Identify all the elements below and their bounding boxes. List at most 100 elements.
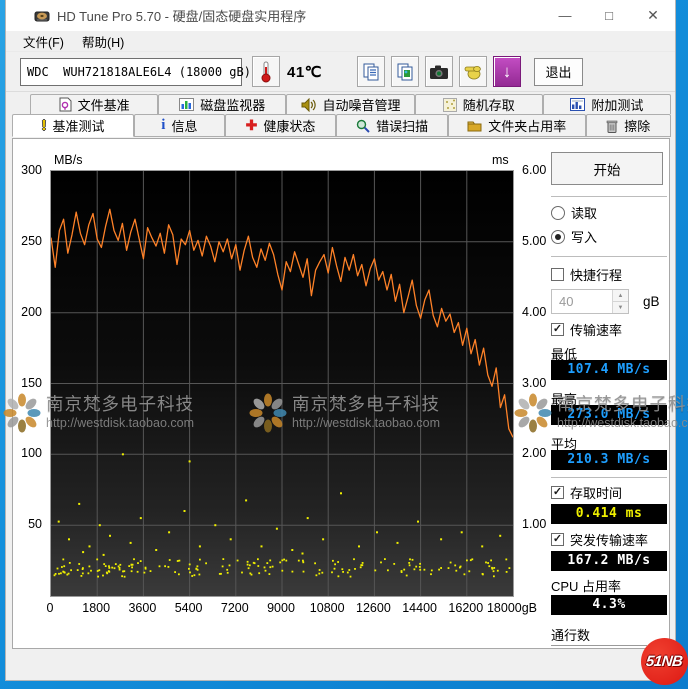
tick-label: 10800: [310, 601, 345, 615]
tab-folder-usage[interactable]: 文件夹占用率: [448, 114, 586, 137]
tick-label: 200: [21, 305, 42, 319]
tick-label: 2.00: [522, 446, 546, 460]
copy-image-icon: [396, 62, 414, 82]
copy-text-button[interactable]: [357, 56, 385, 87]
tick-label: 0: [47, 601, 54, 615]
maximize-button[interactable]: □: [587, 0, 631, 31]
divider: [551, 196, 667, 197]
tab-label: 随机存取: [463, 95, 515, 114]
tab-label: 错误扫描: [376, 116, 428, 135]
file-benchmark-icon: [59, 97, 72, 112]
tab-label: 磁盘监视器: [200, 95, 265, 114]
divider: [551, 477, 667, 478]
benchmark-icon: !: [42, 117, 47, 134]
tick-label: 50: [28, 517, 42, 531]
drive-select-value: WDC WUH721818ALE6L4 (18000 gB): [27, 65, 251, 79]
tab-erase[interactable]: 擦除: [586, 114, 671, 137]
stepper-up-icon[interactable]: ▲: [613, 290, 628, 302]
health-cross-icon: ✚: [246, 117, 258, 134]
temperature-value: 41℃: [287, 63, 322, 81]
checkbox-access-box[interactable]: ✓: [551, 486, 564, 499]
checkbox-quick-run-box[interactable]: [551, 268, 564, 281]
toolbar: WDC WUH721818ALE6L4 (18000 gB) ⌄ 41℃: [6, 52, 675, 92]
tick-label: 150: [21, 376, 42, 390]
checkbox-transfer-rate[interactable]: ✓ 传输速率: [551, 320, 622, 339]
app-window: HD Tune Pro 5.70 - 硬盘/固态硬盘实用程序 — □ ✕ 文件(…: [5, 0, 676, 681]
tab-disk-monitor[interactable]: 磁盘监视器: [158, 94, 286, 114]
tab-file-benchmark[interactable]: 文件基准: [30, 94, 158, 114]
tick-label: 300: [21, 163, 42, 177]
magnifier-icon: [356, 119, 370, 133]
thermometer-icon: [260, 61, 272, 83]
drive-select-dropdown[interactable]: WDC WUH721818ALE6L4 (18000 gB) ⌄: [20, 58, 242, 86]
title-bar: HD Tune Pro 5.70 - 硬盘/固态硬盘实用程序 — □ ✕: [6, 0, 675, 31]
pass-count-label: 通行数: [551, 625, 590, 644]
checkbox-burst-box[interactable]: ✓: [551, 533, 564, 546]
51nb-badge: 51NB: [641, 638, 688, 685]
checkbox-quick-run[interactable]: 快捷行程: [551, 265, 622, 284]
tick-label: 4.00: [522, 305, 546, 319]
tick-label: 1800: [82, 601, 110, 615]
stepper-unit: gB: [643, 294, 660, 309]
burst-rate-value: 167.2 MB/s: [551, 551, 667, 571]
exit-button[interactable]: 退出: [534, 58, 583, 86]
radio-read-circle[interactable]: [551, 206, 565, 220]
random-access-icon: [443, 98, 457, 112]
close-button[interactable]: ✕: [631, 0, 675, 31]
burst-rate-label: 突发传输速率: [570, 530, 648, 549]
pointing-hand-icon: [463, 62, 483, 82]
quick-run-size-stepper[interactable]: 40 ▲ ▼: [551, 289, 629, 314]
minimize-button[interactable]: —: [543, 0, 587, 31]
tab-label: 信息: [171, 116, 197, 135]
radio-read[interactable]: 读取: [551, 203, 597, 222]
tab-auto-noise[interactable]: 自动噪音管理: [286, 94, 414, 114]
tick-label: 250: [21, 234, 42, 248]
max-value: 273.0 MB/s: [551, 405, 667, 425]
hand-button[interactable]: [459, 56, 487, 87]
content-area: MB/s ms 30025020015010050 6.005.004.003.…: [6, 137, 675, 680]
radio-write-circle[interactable]: [551, 230, 565, 244]
menu-help[interactable]: 帮助(H): [73, 32, 133, 51]
benchmark-chart: [50, 170, 514, 597]
tick-label: 9000: [267, 601, 295, 615]
camera-icon: [429, 64, 449, 80]
tab-label: 健康状态: [263, 116, 315, 135]
stepper-value: 40: [552, 290, 612, 313]
tab-label: 附加测试: [591, 95, 643, 114]
temperature-button[interactable]: [252, 56, 280, 87]
menu-bar: 文件(F) 帮助(H): [6, 31, 675, 52]
radio-read-label: 读取: [571, 203, 597, 222]
tab-error-scan[interactable]: 错误扫描: [336, 114, 448, 137]
extra-tests-icon: [570, 98, 585, 111]
start-button[interactable]: 开始: [551, 152, 663, 185]
cpu-usage-label: CPU 占用率: [551, 576, 621, 595]
screenshot-button[interactable]: [425, 56, 453, 87]
disk-monitor-icon: [179, 98, 194, 111]
info-icon: i: [161, 117, 165, 134]
tab-label: 基准测试: [53, 116, 105, 135]
tick-label: 5400: [175, 601, 203, 615]
tab-info[interactable]: i 信息: [134, 114, 225, 137]
stepper-down-icon[interactable]: ▼: [613, 302, 628, 313]
tick-label: 3.00: [522, 376, 546, 390]
tab-health[interactable]: ✚ 健康状态: [225, 114, 337, 137]
tab-strip: 文件基准 磁盘监视器 自动噪音管理: [6, 92, 675, 137]
checkbox-access-time[interactable]: ✓ 存取时间: [551, 483, 622, 502]
checkbox-transfer-box[interactable]: ✓: [551, 323, 564, 336]
chart-canvas: [51, 171, 513, 596]
51nb-badge-text: 51NB: [645, 653, 683, 670]
radio-write[interactable]: 写入: [551, 227, 597, 246]
down-arrow-icon: ↓: [503, 63, 512, 80]
tab-extra-tests[interactable]: 附加测试: [543, 94, 671, 114]
download-button[interactable]: ↓: [493, 56, 521, 87]
tick-label: 5.00: [522, 234, 546, 248]
quick-run-label: 快捷行程: [570, 265, 622, 284]
tab-benchmark[interactable]: ! 基准测试: [12, 114, 134, 137]
y-axis-unit-right: ms: [492, 153, 509, 167]
checkbox-burst-rate[interactable]: ✓ 突发传输速率: [551, 530, 648, 549]
tab-random-access[interactable]: 随机存取: [415, 94, 543, 114]
copy-image-button[interactable]: [391, 56, 419, 87]
tab-label: 擦除: [624, 116, 650, 135]
y-axis-unit-left: MB/s: [54, 153, 82, 167]
menu-file[interactable]: 文件(F): [14, 32, 73, 51]
